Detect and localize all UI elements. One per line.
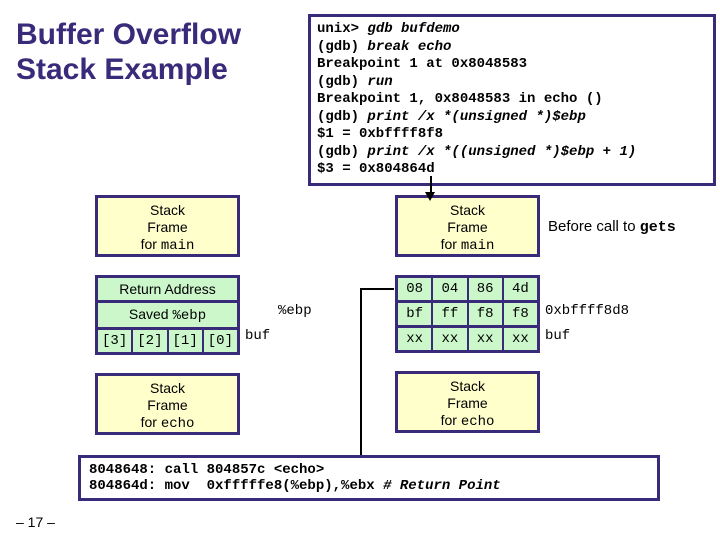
t: main: [461, 238, 495, 254]
t: $3 = 0x804864d: [317, 161, 435, 177]
buf-bytes-row: xx xx xx xx: [395, 328, 540, 353]
t: Frame: [147, 397, 187, 413]
byte-cell: f8: [504, 303, 537, 325]
t: # Return Point: [383, 478, 501, 494]
stack-frame-main: Stack Frame for main: [95, 195, 240, 257]
t: (gdb): [317, 144, 367, 160]
stack-frame-echo: Stack Frame for echo: [95, 373, 240, 435]
t: gdb bufdemo: [367, 21, 459, 37]
t: break echo: [367, 39, 451, 55]
buf-cell: [1]: [169, 330, 204, 352]
t: for: [141, 236, 161, 252]
ebp-value-label: 0xbffff8d8: [545, 303, 629, 319]
buf-cells: [3] [2] [1] [0]: [95, 330, 240, 355]
return-address-cell: Return Address: [95, 275, 240, 303]
t: (gdb): [317, 74, 367, 90]
t: echo: [161, 416, 195, 432]
t: Frame: [147, 219, 187, 235]
right-stack-diagram: Stack Frame for main 08 04 86 4d bf ff f…: [395, 195, 540, 433]
t: Stack: [150, 380, 185, 396]
page-number: – 17 –: [16, 514, 55, 530]
before-call-label: Before call to gets: [548, 218, 676, 236]
stack-frame-main: Stack Frame for main: [395, 195, 540, 257]
buf-cell: [3]: [98, 330, 133, 352]
left-stack-diagram: Stack Frame for main Return Address Save…: [95, 195, 240, 435]
t: Stack: [150, 202, 185, 218]
byte-cell: xx: [433, 328, 468, 350]
arrow-ra-to-asm: [360, 288, 394, 290]
t: Stack: [450, 202, 485, 218]
saved-ebp-cell: Saved %ebp: [95, 303, 240, 330]
t: run: [367, 74, 392, 90]
t: Frame: [447, 395, 487, 411]
t: Breakpoint 1 at 0x8048583: [317, 56, 527, 72]
t: Frame: [447, 219, 487, 235]
byte-cell: xx: [504, 328, 537, 350]
t: (gdb): [317, 109, 367, 125]
byte-cell: f8: [469, 303, 504, 325]
buf-cell: [2]: [133, 330, 168, 352]
t: print /x *((unsigned *)$ebp + 1): [367, 144, 636, 160]
t: Before call to: [548, 218, 640, 235]
byte-cell: xx: [398, 328, 433, 350]
t: Breakpoint 1, 0x8048583 in echo (): [317, 91, 603, 107]
asm-box: 8048648: call 804857c <echo> 804864d: mo…: [78, 455, 660, 501]
t: 804864d: mov 0xfffffe8(%ebp),%ebx: [89, 478, 383, 494]
buf-cell: [0]: [204, 330, 237, 352]
byte-cell: 04: [433, 278, 468, 300]
byte-cell: xx: [469, 328, 504, 350]
arrow-ra-to-asm: [360, 288, 362, 462]
t: for: [441, 236, 461, 252]
t: for: [141, 414, 161, 430]
ra-bytes-row: 08 04 86 4d: [395, 275, 540, 303]
byte-cell: 4d: [504, 278, 537, 300]
t: %ebp: [172, 308, 206, 324]
t: $1 = 0xbffff8f8: [317, 126, 443, 142]
byte-cell: 86: [469, 278, 504, 300]
t: Saved: [129, 306, 173, 322]
t: 8048648: call 804857c <echo>: [89, 462, 324, 478]
buf-label: buf: [545, 328, 570, 344]
buf-label: buf: [245, 328, 270, 344]
byte-cell: ff: [433, 303, 468, 325]
t: for: [441, 412, 461, 428]
t: echo: [461, 414, 495, 430]
stack-frame-echo: Stack Frame for echo: [395, 371, 540, 433]
t: print /x *(unsigned *)$ebp: [367, 109, 585, 125]
ebp-bytes-row: bf ff f8 f8: [395, 303, 540, 328]
t: unix>: [317, 21, 367, 37]
ebp-label: %ebp: [278, 303, 312, 319]
t: gets: [640, 219, 676, 236]
byte-cell: 08: [398, 278, 433, 300]
gdb-session-box: unix> gdb bufdemo (gdb) break echo Break…: [308, 14, 716, 186]
t: (gdb): [317, 39, 367, 55]
byte-cell: bf: [398, 303, 433, 325]
t: main: [161, 238, 195, 254]
t: Stack: [450, 378, 485, 394]
page-title: Buffer Overflow Stack Example: [16, 18, 306, 87]
arrow-head-icon: [425, 192, 435, 201]
